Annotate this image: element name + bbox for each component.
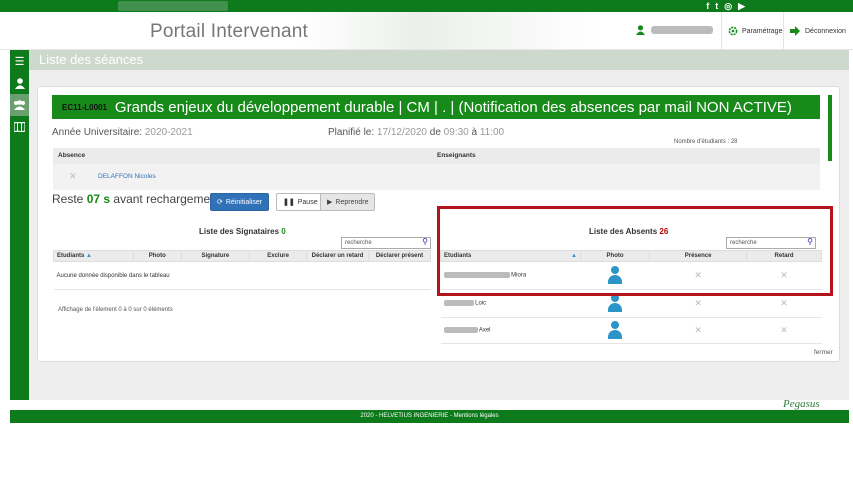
- signataires-table: Etudiants ▲ Photo Signature Exclure Décl…: [53, 250, 431, 290]
- course-title: Grands enjeux du développement durable |…: [114, 98, 792, 116]
- table-row: Aucune donnée disponible dans le tableau: [53, 261, 431, 290]
- col-declarer-present[interactable]: Déclarer présent: [368, 250, 431, 262]
- pause-label: Pause: [297, 198, 318, 206]
- reload-suffix: avant rechargement: [113, 192, 221, 206]
- signataires-search-input[interactable]: recherche ⚲: [341, 237, 431, 249]
- col-declarer-retard[interactable]: Déclarer un retard: [306, 250, 369, 262]
- sort-icon: ▲: [86, 253, 92, 259]
- close-icon[interactable]: ✕: [780, 298, 788, 308]
- reset-label: Réinitialiser: [225, 198, 263, 206]
- course-title-bar: EC11-L0001 Grands enjeux du développemen…: [52, 95, 820, 119]
- settings-button[interactable]: Paramétrage: [721, 12, 782, 50]
- group-nav-icon[interactable]: [10, 94, 29, 116]
- page-title: Liste des séances: [39, 52, 144, 67]
- absence-teacher-header: Absence Enseignants: [53, 148, 820, 164]
- student-surname-blurred: [443, 327, 478, 334]
- planned-end: 11:00: [479, 127, 505, 138]
- col-signature[interactable]: Signature: [180, 250, 251, 262]
- header: Portail Intervenant Paramétrage Déconnex…: [0, 12, 853, 50]
- col-photo[interactable]: Photo: [133, 250, 182, 262]
- logout-button[interactable]: Déconnexion: [783, 12, 846, 50]
- map-nav-icon[interactable]: [10, 116, 29, 138]
- absents-highlight-box: [437, 206, 833, 296]
- close-icon[interactable]: ✕: [780, 325, 788, 335]
- brand-text-blurred: [118, 1, 228, 11]
- youtube-icon[interactable]: ▶: [738, 0, 745, 12]
- user-name-blurred: [651, 26, 713, 34]
- col-exclure[interactable]: Exclure: [249, 250, 307, 262]
- teacher-row: ✕ DELAFFON Nicoles: [53, 164, 820, 190]
- menu-icon[interactable]: ☰: [10, 50, 29, 72]
- gear-icon: [728, 26, 738, 36]
- search-icon[interactable]: ⚲: [422, 237, 428, 247]
- user-nav-icon[interactable]: [10, 72, 29, 94]
- logo-text: Pegasus: [783, 398, 820, 410]
- reload-countdown: Reste 07 s avant rechargement: [52, 192, 220, 206]
- student-surname-blurred: [443, 300, 474, 307]
- course-code: EC11-L0001: [62, 102, 107, 112]
- photo-cell: [580, 317, 650, 344]
- side-nav: ☰: [10, 50, 29, 400]
- retard-cell[interactable]: ✕: [746, 317, 822, 344]
- avatar-icon: [607, 320, 623, 339]
- footer-text[interactable]: 2020 - HELVETIUS INGENIERIE - Mentions l…: [360, 413, 498, 419]
- page-title-bar: Liste des séances: [29, 50, 849, 70]
- close-icon[interactable]: ✕: [694, 298, 702, 308]
- scrollbar-thumb[interactable]: [828, 95, 832, 161]
- play-icon: ▶: [327, 199, 333, 206]
- user-icon: [636, 25, 645, 35]
- student-name-cell: Axel: [440, 317, 581, 344]
- avatar-icon: [607, 293, 623, 312]
- twitter-icon[interactable]: t: [715, 0, 718, 12]
- pause-button[interactable]: ❚❚ Pause: [276, 193, 325, 211]
- student-name: Loic: [475, 300, 487, 307]
- table-row: Axel ✕ ✕: [440, 317, 822, 344]
- signataires-title: Liste des Signataires 0: [199, 227, 286, 236]
- planned-date: Planifié le: 17/12/2020 de 09:30 à 11:00: [328, 127, 504, 138]
- sign-out-icon: [790, 26, 800, 36]
- planned-date-value: 17/12/2020: [376, 127, 427, 138]
- refresh-icon: ⟳: [217, 199, 223, 206]
- footer: 2020 - HELVETIUS INGENIERIE - Mentions l…: [10, 410, 849, 423]
- col-teachers: Enseignants: [437, 152, 476, 159]
- planned-start: 09:30: [443, 127, 469, 138]
- facebook-icon[interactable]: f: [706, 0, 709, 12]
- reload-seconds: 07 s: [86, 192, 111, 206]
- empty-message: Aucune donnée disponible dans le tableau: [53, 261, 431, 290]
- logout-label: Déconnexion: [805, 27, 846, 35]
- signataires-search-placeholder: recherche: [345, 240, 372, 246]
- reload-prefix: Reste: [52, 192, 84, 206]
- resume-button[interactable]: ▶ Reprendre: [320, 193, 376, 211]
- academic-year-value: 2020-2021: [144, 127, 193, 138]
- user-menu[interactable]: [636, 25, 713, 35]
- col-etudiants[interactable]: Etudiants ▲: [53, 250, 134, 262]
- close-link[interactable]: fermer: [814, 349, 833, 356]
- planned-to: à: [471, 127, 478, 138]
- close-icon[interactable]: ✕: [694, 325, 702, 335]
- top-bar: f t ◎ ▶: [0, 0, 853, 12]
- pegasus-logo: Pegasus: [783, 398, 820, 410]
- social-links: f t ◎ ▶: [706, 0, 745, 12]
- absence-x-icon[interactable]: ✕: [69, 171, 77, 182]
- planned-label: Planifié le:: [328, 127, 375, 138]
- academic-year: Année Universitaire: 2020-2021: [52, 127, 193, 138]
- resume-label: Reprendre: [335, 198, 369, 206]
- instagram-icon[interactable]: ◎: [724, 0, 732, 12]
- signataires-title-text: Liste des Signataires: [199, 227, 280, 236]
- pause-icon: ❚❚: [283, 199, 295, 206]
- col-absence: Absence: [58, 152, 86, 159]
- header-watermark: [300, 12, 600, 50]
- settings-label: Paramétrage: [742, 27, 783, 35]
- teacher-name[interactable]: DELAFFON Nicoles: [98, 173, 156, 180]
- app-title: Portail Intervenant: [150, 21, 308, 42]
- presence-cell[interactable]: ✕: [649, 317, 747, 344]
- signataires-info: Affichage de l'élement 0 à 0 sur 0 éléme…: [58, 307, 173, 313]
- students-count: Nombre d'étudiants : 28: [674, 139, 738, 145]
- student-name: Axel: [478, 327, 491, 334]
- reset-button[interactable]: ⟳ Réinitialiser: [210, 193, 270, 211]
- academic-year-label: Année Universitaire:: [52, 127, 143, 138]
- signataires-count: 0: [281, 227, 286, 236]
- planned-from: de: [429, 127, 441, 138]
